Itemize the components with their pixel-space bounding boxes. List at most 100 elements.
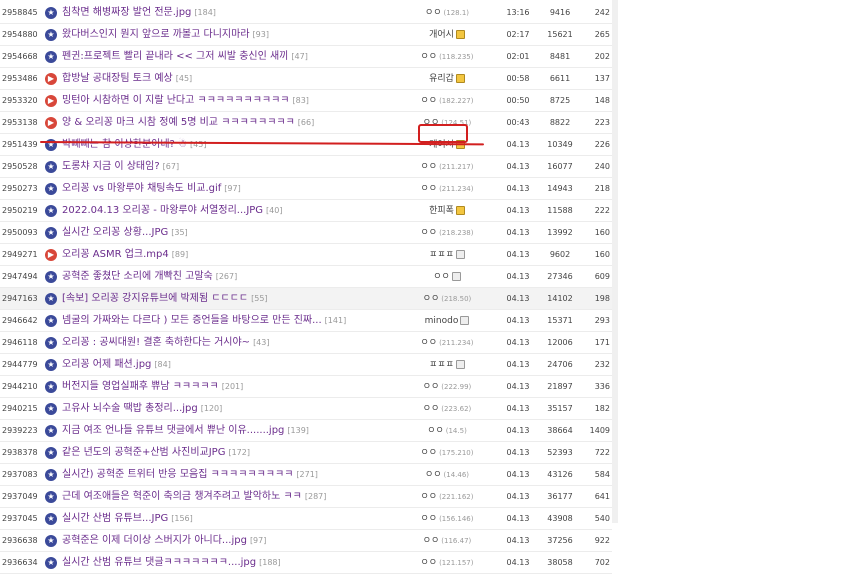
table-row[interactable]: 2940215 ★ 고유사 뇌수술 땍밥 총정리...jpg [120] ㅇㅇ (223.… [0, 398, 612, 420]
comment-count[interactable]: [271] [296, 470, 318, 479]
comment-count[interactable]: [66] [298, 118, 314, 127]
comment-count[interactable]: [55] [251, 294, 267, 303]
post-writer[interactable]: ㅍㅍㅍ [402, 354, 492, 376]
table-row[interactable]: 2936638 ★ 공혁준은 이제 더이상 스버지가 아니다...jpg [97] ㅇㅇ… [0, 530, 612, 552]
post-title-link[interactable]: 고유사 뇌수술 땍밥 총정리...jpg [120] [62, 398, 402, 420]
post-writer[interactable]: 유리갑 [402, 68, 492, 90]
post-title-link[interactable]: 실시간) 공혁준 트위터 반응 모음집 ㅋㅋㅋㅋㅋㅋㅋㅋㅋ [271] [62, 464, 402, 486]
post-title-link[interactable]: 오리꽁 어제 패션.jpg [84] [62, 354, 402, 376]
post-title-link[interactable]: 박빼빼는 참 이상한분이네? ☃ [45] [62, 134, 402, 156]
table-row[interactable]: 2939223 ★ 지금 여조 언나들 유튜브 댓글에서 쀼난 이유.......j… [0, 420, 612, 442]
comment-count[interactable]: [287] [305, 492, 327, 501]
post-writer[interactable]: ㅇㅇ (116.47) [402, 530, 492, 552]
post-writer[interactable]: ㅍㅍㅍ [402, 244, 492, 266]
table-row[interactable]: 2946118 ★ 오리꽁 : 공씨대원! 결혼 축하한다는 거시야~ [43] ㅇㅇ(… [0, 332, 612, 354]
post-title-link[interactable]: 버전지들 영업실패후 쀼남 ㅋㅋㅋㅋㅋ [201] [62, 376, 402, 398]
comment-count[interactable]: [84] [154, 360, 170, 369]
comment-count[interactable]: [139] [287, 426, 309, 435]
post-writer[interactable]: ㅇㅇ (218.238) [402, 222, 492, 244]
post-writer[interactable]: ㅇㅇ (222.99) [402, 376, 492, 398]
post-writer[interactable]: 개어시 [402, 24, 492, 46]
post-writer[interactable]: ㅇㅇ (182.227) [402, 90, 492, 112]
table-row[interactable]: 2953138 ▶ 양 & 오리꽁 마크 시참 정예 5명 비교 ㅋㅋㅋㅋㅋㅋㅋㅋ[… [0, 112, 612, 134]
post-title-link[interactable]: 공혁준 좋쳤단 소리에 개빡친 고말숙 [267] [62, 266, 402, 288]
post-writer[interactable]: 한피폭 [402, 200, 492, 222]
scrollbar[interactable] [612, 0, 618, 523]
table-row[interactable]: 2950219 ★ 2022.04.13 오리꽁 - 마왕루야 서열정리...JPG… [0, 200, 612, 222]
post-writer[interactable]: ㅇㅇ (128.1) [402, 2, 492, 24]
comment-count[interactable]: [120] [201, 404, 223, 413]
post-writer[interactable]: ㅇㅇ (221.162) [402, 486, 492, 508]
table-row[interactable]: 2947494 ★ 공혁준 좋쳤단 소리에 개빡친 고말숙 [267] ㅇㅇ 04.13 2… [0, 266, 612, 288]
post-title-link[interactable]: 밍턴아 시참하면 이 지랄 난다고 ㅋㅋㅋㅋㅋㅋㅋㅋㅋㅋ [83] [62, 90, 402, 112]
comment-count[interactable]: [141] [325, 316, 347, 325]
table-row[interactable]: 2937083 ★ 실시간) 공혁준 트위터 반응 모음집 ㅋㅋㅋㅋㅋㅋㅋㅋㅋ [27… [0, 464, 612, 486]
comment-count[interactable]: [184] [194, 8, 216, 17]
comment-count[interactable]: [156] [171, 514, 193, 523]
post-writer[interactable]: minodo [402, 310, 492, 332]
post-title-link[interactable]: 침착면 해병짜장 발언 전문.jpg [184] [62, 2, 402, 24]
post-writer[interactable]: ㅇㅇ (218.50) [402, 288, 492, 310]
post-title-link[interactable]: 실시간 산범 유튜브...JPG [156] [62, 508, 402, 530]
post-writer[interactable]: ㅇㅇ [402, 266, 492, 288]
post-title-link[interactable]: 넴굴의 가짜와는 다르다 ) 모든 증언들을 바탕으로 만든 진짜... [141… [62, 310, 402, 332]
comment-count[interactable]: [267] [216, 272, 238, 281]
table-row[interactable]: 2953320 ▶ 밍턴아 시참하면 이 지랄 난다고 ㅋㅋㅋㅋㅋㅋㅋㅋㅋㅋ [83]… [0, 90, 612, 112]
post-title-link[interactable]: 합방날 공대장팀 토크 예상 [45] [62, 68, 402, 90]
table-row[interactable]: 2946642 ★ 넴굴의 가짜와는 다르다 ) 모든 증언들을 바탕으로 만든 진… [0, 310, 612, 332]
comment-count[interactable]: [47] [291, 52, 307, 61]
comment-count[interactable]: [188] [259, 558, 281, 567]
post-title-link[interactable]: 오리꽁 : 공씨대원! 결혼 축하한다는 거시야~ [43] [62, 332, 402, 354]
table-row[interactable]: 2950273 ★ 오리꽁 vs 마왕루야 채팅속도 비교.gif [97] ㅇㅇ (21… [0, 178, 612, 200]
post-writer[interactable]: ㅇㅇ (14.5) [402, 420, 492, 442]
comment-count[interactable]: [93] [253, 30, 269, 39]
table-row[interactable]: 2944210 ★ 버전지들 영업실패후 쀼남 ㅋㅋㅋㅋㅋ [201] ㅇㅇ (222.9… [0, 376, 612, 398]
post-title-link[interactable]: 2022.04.13 오리꽁 - 마왕루야 서열정리...JPG [40] [62, 200, 402, 222]
comment-count[interactable]: [40] [266, 206, 282, 215]
post-writer[interactable]: ㅇㅇ (223.62) [402, 398, 492, 420]
table-row[interactable]: 2954668 ★ 펜귄:프로젝트 빨리 끝내라 << 그저 씨발 충신인 새끼 [4… [0, 46, 612, 68]
post-title-link[interactable]: 근데 여조애들은 혁준이 축의금 챙겨주려고 발악하노 ㅋㅋ [287] [62, 486, 402, 508]
comment-count[interactable]: [67] [163, 162, 179, 171]
comment-count[interactable]: [201] [222, 382, 244, 391]
post-title-link[interactable]: 펜귄:프로젝트 빨리 끝내라 << 그저 씨발 충신인 새끼 [47] [62, 46, 402, 68]
post-title-link[interactable]: 실시간 오리꽁 상황...JPG [35] [62, 222, 402, 244]
comment-count[interactable]: [45] [176, 74, 192, 83]
comment-count[interactable]: [97] [250, 536, 266, 545]
table-row[interactable]: 2937049 ★ 근데 여조애들은 혁준이 축의금 챙겨주려고 발악하노 ㅋㅋ [2… [0, 486, 612, 508]
table-row[interactable]: 2954880 ★ 왔다버스인지 뭔지 앞으로 까볼고 다니지마라 [93] 개어시 02… [0, 24, 612, 46]
table-row[interactable]: 2938378 ★ 같은 년도의 공혁준+산범 사진비교JPG [172] ㅇㅇ (175… [0, 442, 612, 464]
table-row[interactable]: 2937045 ★ 실시간 산범 유튜브...JPG [156] ㅇㅇ (156.146)… [0, 508, 612, 530]
post-writer[interactable]: ㅇㅇ (211.217) [402, 156, 492, 178]
comment-count[interactable]: [89] [172, 250, 188, 259]
table-row[interactable]: 2944779 ★ 오리꽁 어제 패션.jpg [84] ㅍㅍㅍ 04.13 24706 23… [0, 354, 612, 376]
post-writer[interactable]: ㅇㅇ (211.234) [402, 332, 492, 354]
comment-count[interactable]: [97] [224, 184, 240, 193]
post-writer[interactable]: ㅇㅇ (121.157) [402, 552, 492, 574]
post-writer[interactable]: ㅇㅇ (118.235) [402, 46, 492, 68]
post-title-link[interactable]: 지금 여조 언나들 유튜브 댓글에서 쀼난 이유.......jpg [139] [62, 420, 402, 442]
table-row[interactable]: 2936634 ★ 실시간 산범 유튜브 댓글ㅋㅋㅋㅋㅋㅋㅋ....jpg [188]… [0, 552, 612, 574]
table-row[interactable]: 2947163 ★ [속보] 오리꽁 강지유튜브에 박제됨 ㄷㄷㄷㄷ [55] ㅇㅇ (2… [0, 288, 612, 310]
post-title-link[interactable]: 양 & 오리꽁 마크 시참 정예 5명 비교 ㅋㅋㅋㅋㅋㅋㅋㅋ [66] [62, 112, 402, 134]
table-row[interactable]: 2950093 ★ 실시간 오리꽁 상황...JPG [35] ㅇㅇ (218.238) 0… [0, 222, 612, 244]
post-writer[interactable]: ㅇㅇ (211.234) [402, 178, 492, 200]
table-row[interactable]: 2953486 ▶ 합방날 공대장팀 토크 예상 [45] 유리갑 00:58 6611 13… [0, 68, 612, 90]
post-title-link[interactable]: [속보] 오리꽁 강지유튜브에 박제됨 ㄷㄷㄷㄷ [55] [62, 288, 402, 310]
table-row[interactable]: 2951439★박빼빼는 참 이상한분이네? ☃[45]개어시04.131034… [0, 134, 612, 156]
post-writer[interactable]: ㅇㅇ (14.46) [402, 464, 492, 486]
post-writer[interactable]: ㅇㅇ (175.210) [402, 442, 492, 464]
post-title-link[interactable]: 왔다버스인지 뭔지 앞으로 까볼고 다니지마라 [93] [62, 24, 402, 46]
post-title-link[interactable]: 오리꽁 vs 마왕루야 채팅속도 비교.gif [97] [62, 178, 402, 200]
post-title-link[interactable]: 도롱챠 지금 이 상태임? [67] [62, 156, 402, 178]
table-row[interactable]: 2949271 ▶ 오리꽁 ASMR 업크.mp4 [89] ㅍㅍㅍ 04.13 9602 1… [0, 244, 612, 266]
comment-count[interactable]: [83] [293, 96, 309, 105]
comment-count[interactable]: [43] [253, 338, 269, 347]
post-title-link[interactable]: 공혁준은 이제 더이상 스버지가 아니다...jpg [97] [62, 530, 402, 552]
post-writer[interactable]: ㅇㅇ (156.146) [402, 508, 492, 530]
post-title-link[interactable]: 오리꽁 ASMR 업크.mp4 [89] [62, 244, 402, 266]
table-row[interactable]: 2958845 ★ 침착면 해병짜장 발언 전문.jpg [184] ㅇㅇ (128.1)… [0, 2, 612, 24]
post-title-link[interactable]: 실시간 산범 유튜브 댓글ㅋㅋㅋㅋㅋㅋㅋ....jpg [188] [62, 552, 402, 574]
table-row[interactable]: 2950528 ★ 도롱챠 지금 이 상태임? [67] ㅇㅇ (211.217) 04.1… [0, 156, 612, 178]
comment-count[interactable]: [35] [171, 228, 187, 237]
